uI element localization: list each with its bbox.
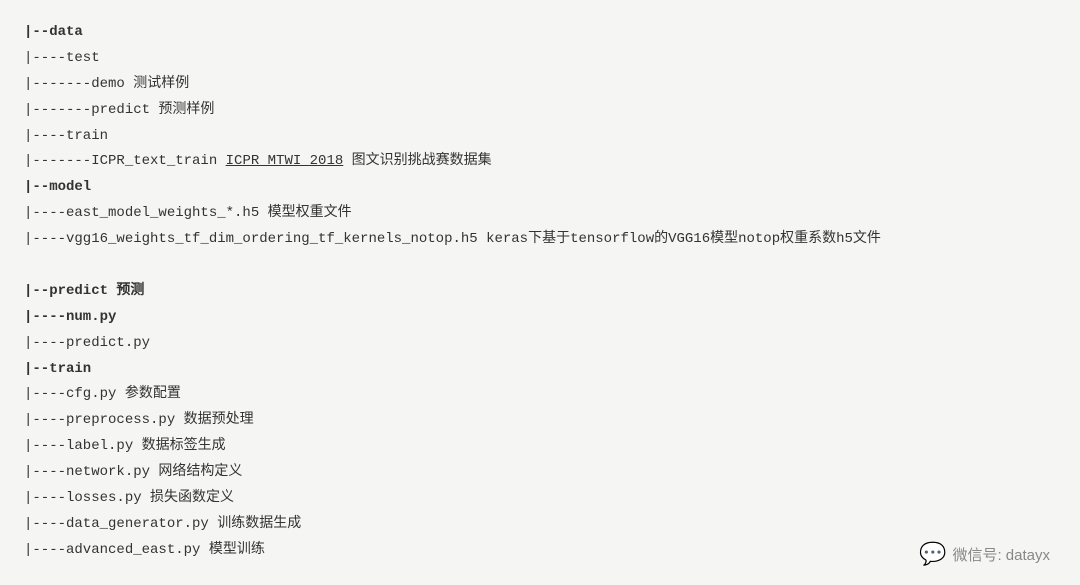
tree-line-l8: |----east_model_weights_*.h5 模型权重文件 xyxy=(24,201,1056,227)
tree-line-l21: |----advanced_east.py 模型训练 xyxy=(24,538,1056,564)
tree-line-l11: |--predict 预测 xyxy=(24,279,1056,305)
line-text-after: 图文识别挑战赛数据集 xyxy=(343,153,491,169)
tree-line-l2: |----test xyxy=(24,46,1056,72)
tree-line-l14: |--train xyxy=(24,357,1056,383)
tree-line-l19: |----losses.py 损失函数定义 xyxy=(24,486,1056,512)
tree-line-l17: |----label.py 数据标签生成 xyxy=(24,434,1056,460)
tree-line-l6: |-------ICPR_text_train ICPR MTWI 2018 图… xyxy=(24,149,1056,175)
tree-line-l3: |-------demo 测试样例 xyxy=(24,72,1056,98)
tree-line-l15: |----cfg.py 参数配置 xyxy=(24,382,1056,408)
tree-line-l5: |----train xyxy=(24,124,1056,150)
tree-line-l18: |----network.py 网络结构定义 xyxy=(24,460,1056,486)
tree-line-l7: |--model xyxy=(24,175,1056,201)
tree-line-l9: |----vgg16_weights_tf_dim_ordering_tf_ke… xyxy=(24,227,1056,253)
watermark-text: 微信号: datayx xyxy=(952,544,1050,565)
file-tree: |--data|----test|-------demo 测试样例|------… xyxy=(24,20,1056,564)
tree-line-l12: |----num.py xyxy=(24,305,1056,331)
tree-line-l13: |----predict.py xyxy=(24,331,1056,357)
line-text-before: |-------ICPR_text_train xyxy=(24,153,226,169)
tree-line-l10 xyxy=(24,253,1056,279)
tree-line-l20: |----data_generator.py 训练数据生成 xyxy=(24,512,1056,538)
wechat-icon: 💬 xyxy=(919,541,946,567)
line-text-underline: ICPR MTWI 2018 xyxy=(226,153,344,169)
tree-line-l16: |----preprocess.py 数据预处理 xyxy=(24,408,1056,434)
tree-line-l1: |--data xyxy=(24,20,1056,46)
tree-line-l4: |-------predict 预测样例 xyxy=(24,98,1056,124)
watermark: 💬 微信号: datayx xyxy=(919,541,1050,567)
